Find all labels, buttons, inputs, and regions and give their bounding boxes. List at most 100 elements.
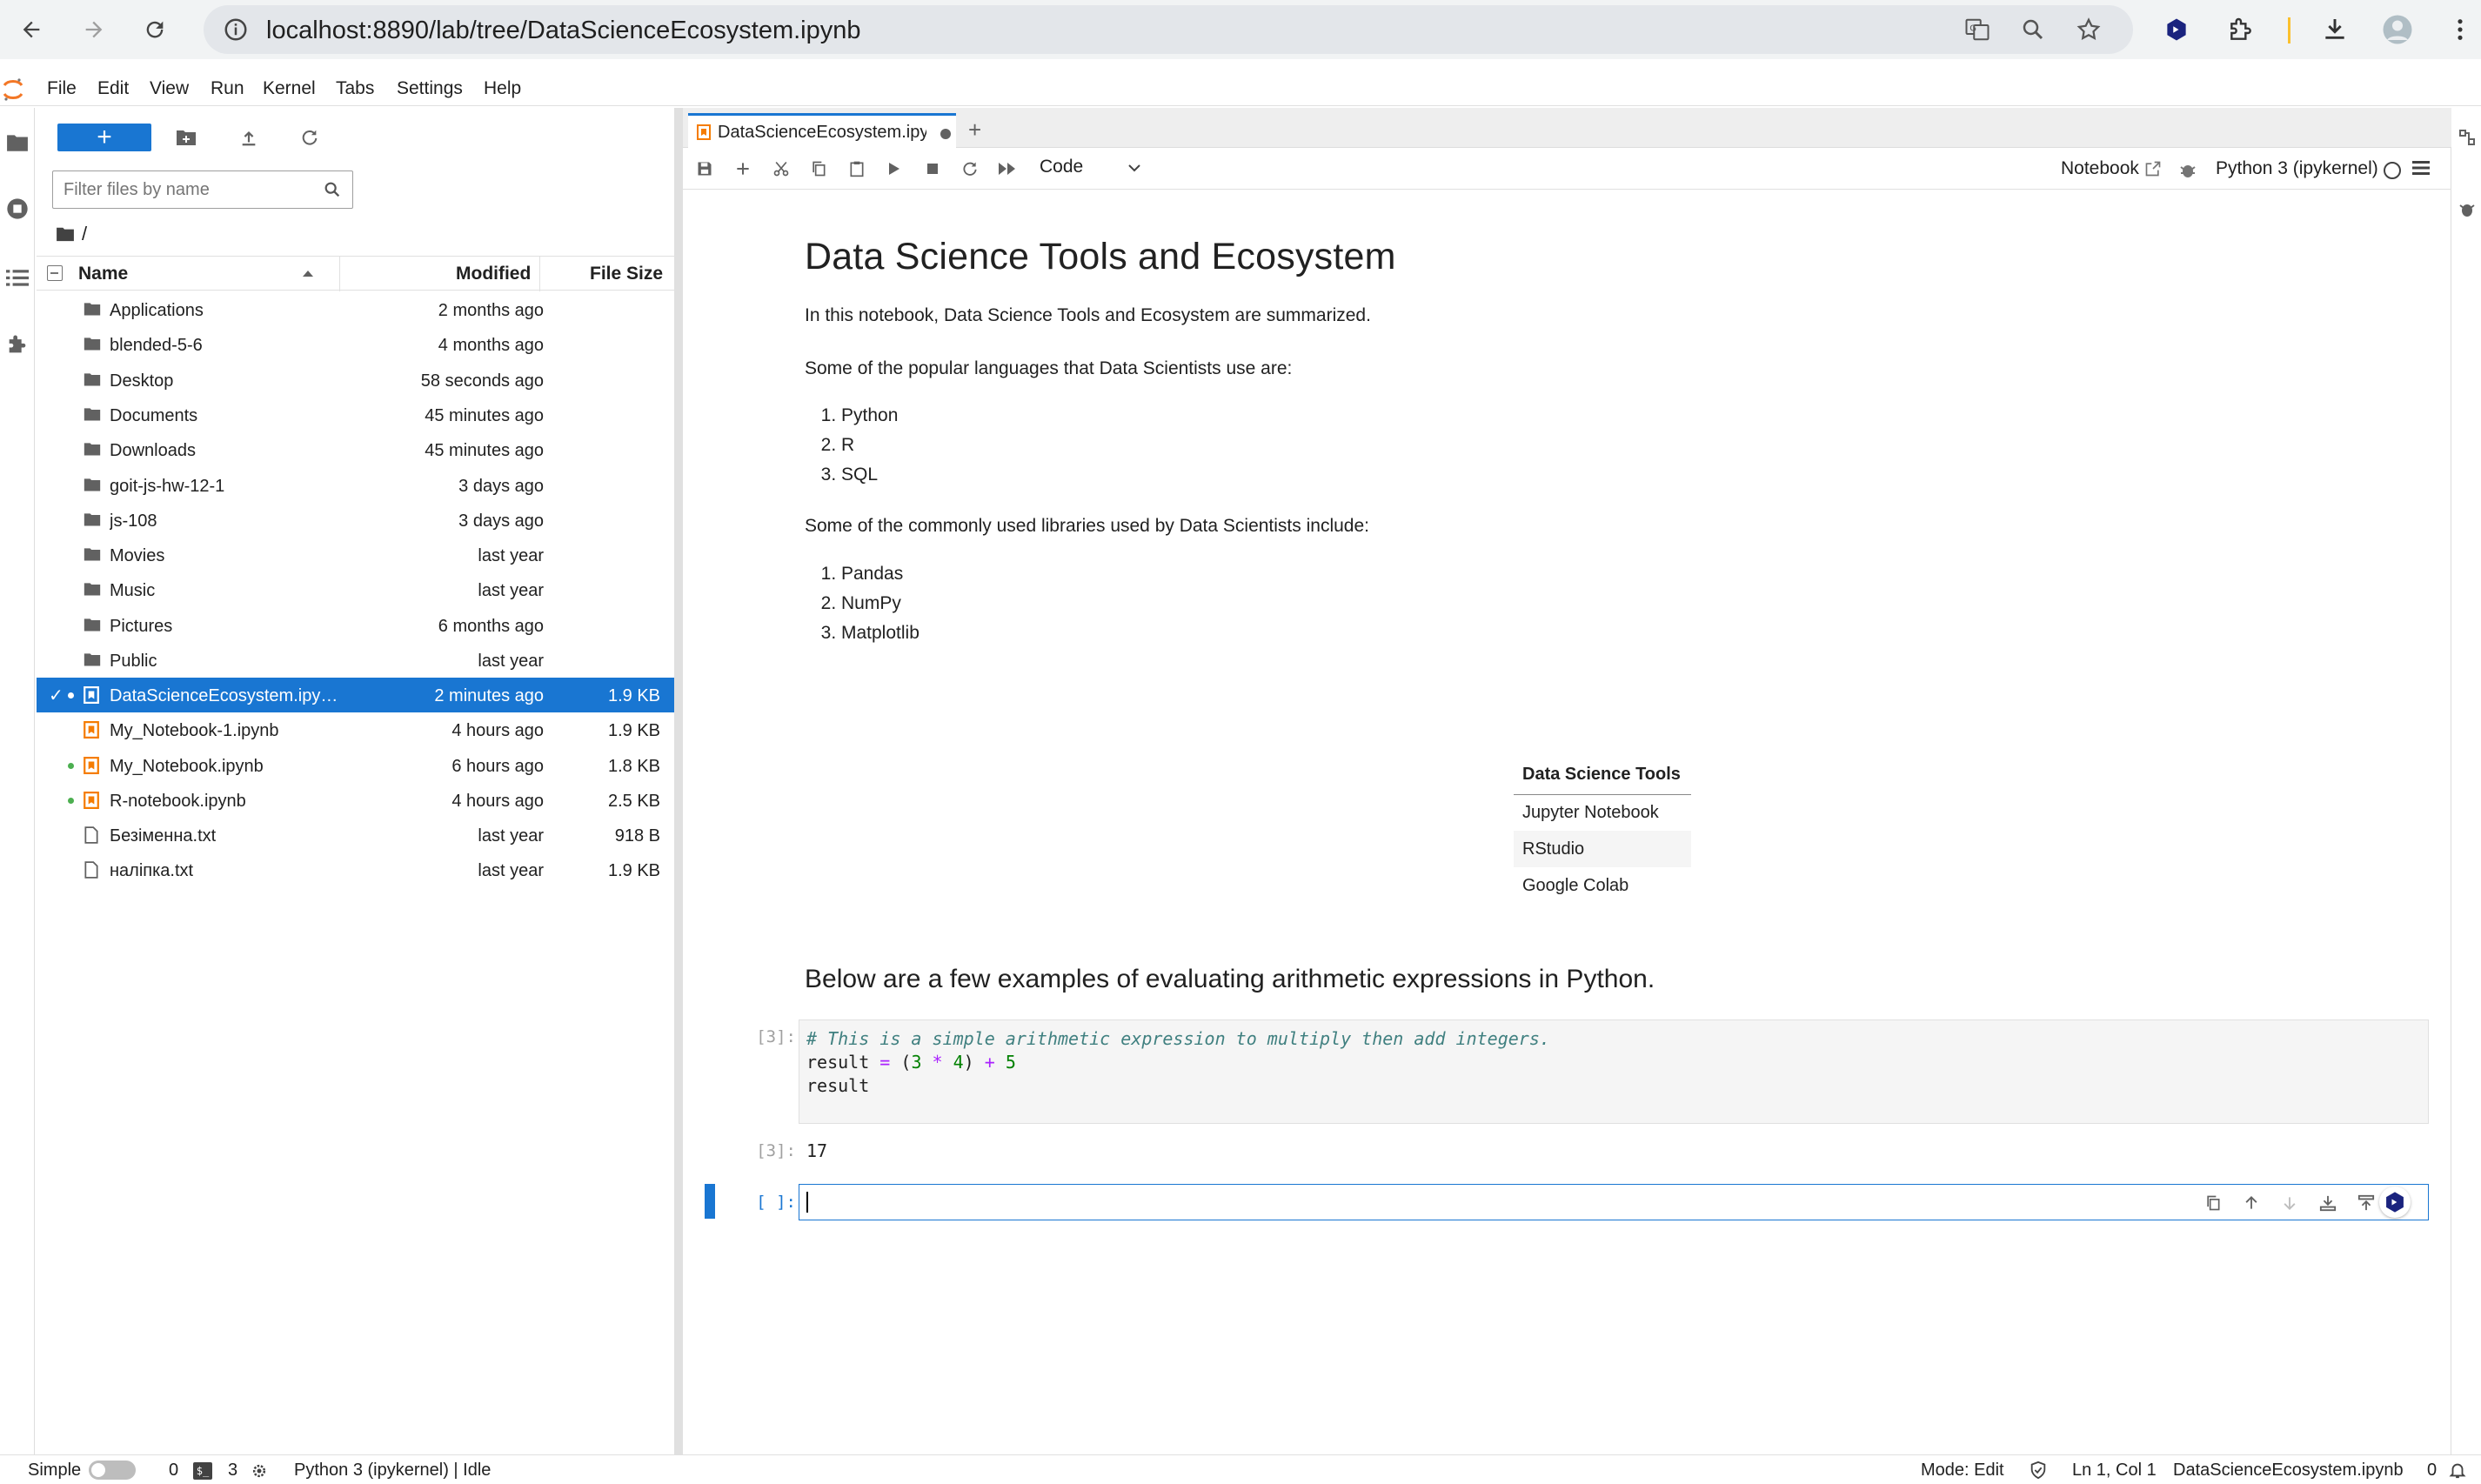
empty-code-cell[interactable] (799, 1184, 2429, 1220)
insert-above-icon[interactable] (2317, 1192, 2339, 1214)
paste-icon[interactable] (846, 157, 868, 181)
extensions-puzzle-icon[interactable] (2224, 12, 2258, 47)
add-tab-icon[interactable]: + (968, 117, 981, 144)
run-icon[interactable] (883, 157, 906, 181)
extension-hex-icon[interactable] (2159, 12, 2194, 47)
new-folder-icon[interactable] (172, 124, 200, 151)
running-kernels-icon[interactable] (3, 195, 31, 223)
external-link-icon[interactable] (2144, 160, 2162, 177)
unsaved-dot-icon[interactable] (940, 129, 951, 139)
browser-menu-icon[interactable] (2443, 12, 2478, 47)
url-text[interactable]: localhost:8890/lab/tree/DataScienceEcosy… (266, 17, 861, 45)
file-row[interactable]: R-notebook.ipynb 4 hours ago 2.5 KB (37, 783, 674, 818)
code-cell-editor[interactable]: # This is a simple arithmetic expression… (799, 1019, 2429, 1124)
file-row[interactable]: js-108 3 days ago (37, 503, 674, 538)
selected-check-icon[interactable]: ✓ (49, 685, 64, 706)
file-row[interactable]: My_Notebook-1.ipynb 4 hours ago 1.9 KB (37, 712, 674, 747)
notification-bell-icon[interactable] (2448, 1461, 2467, 1480)
translate-icon[interactable]: G (1963, 15, 1992, 44)
duplicate-cell-icon[interactable] (2202, 1192, 2224, 1214)
kernel-status[interactable]: Python 3 (ipykernel) | Idle (294, 1461, 491, 1481)
address-bar[interactable]: localhost:8890/lab/tree/DataScienceEcosy… (204, 5, 2133, 54)
site-info-icon[interactable] (221, 15, 251, 44)
kernels-count[interactable]: 3 (228, 1461, 237, 1481)
cursor-position[interactable]: Ln 1, Col 1 (2072, 1461, 2157, 1481)
debugger-bug-icon[interactable] (2179, 160, 2197, 179)
bookmark-star-icon[interactable] (2074, 15, 2103, 44)
new-launcher-button[interactable]: + (57, 123, 151, 151)
restart-kernel-icon[interactable] (959, 157, 981, 181)
menu-run[interactable]: Run (211, 78, 244, 99)
property-inspector-icon[interactable] (2457, 127, 2478, 148)
code-token: = (879, 1052, 891, 1073)
file-row[interactable]: Desktop 58 seconds ago (37, 363, 674, 398)
forward-arrow-icon[interactable] (77, 12, 111, 47)
menu-tabs[interactable]: Tabs (336, 78, 374, 99)
terminals-count[interactable]: 0 (169, 1461, 178, 1481)
download-icon[interactable] (2317, 12, 2352, 47)
debugger-icon[interactable] (2457, 198, 2478, 219)
menu-kernel[interactable]: Kernel (263, 78, 316, 99)
file-row[interactable]: Music last year (37, 572, 674, 607)
cut-icon[interactable] (770, 157, 792, 181)
code-token: 5 (994, 1052, 1016, 1073)
move-up-icon[interactable] (2240, 1192, 2263, 1214)
menu-help[interactable]: Help (484, 78, 521, 99)
insert-cell-icon[interactable] (732, 157, 754, 181)
stop-icon[interactable] (921, 157, 944, 181)
upload-icon[interactable] (235, 124, 263, 151)
file-row[interactable]: My_Notebook.ipynb 6 hours ago 1.8 KB (37, 748, 674, 783)
zoom-icon[interactable] (2018, 15, 2048, 44)
file-row[interactable]: goit-js-hw-12-1 3 days ago (37, 468, 674, 503)
menu-view[interactable]: View (150, 78, 189, 99)
insert-below-icon[interactable] (2355, 1192, 2377, 1214)
select-all-checkbox[interactable] (47, 265, 63, 281)
folder-icon[interactable] (3, 129, 31, 157)
file-row[interactable]: Public last year (37, 643, 674, 678)
filter-input[interactable]: Filter files by name (52, 170, 353, 209)
extension-manager-icon[interactable] (3, 331, 31, 358)
cell-type-select[interactable]: Code (1040, 157, 1083, 177)
menu-edit[interactable]: Edit (97, 78, 129, 99)
file-row[interactable]: Pictures 6 months ago (37, 608, 674, 643)
file-row[interactable]: Documents 45 minutes ago (37, 398, 674, 432)
breadcrumb[interactable]: / (56, 221, 87, 247)
panel-splitter[interactable] (674, 108, 683, 1454)
kernel-name[interactable]: Python 3 (ipykernel) (2216, 158, 2378, 179)
file-row[interactable]: blended-5-6 4 months ago (37, 327, 674, 362)
open-in-notebook-link[interactable]: Notebook (2061, 158, 2139, 179)
file-name: Movies (110, 546, 165, 565)
assistant-hex-icon[interactable] (2379, 1187, 2411, 1218)
file-row[interactable]: ✓ DataScienceEcosystem.ipy… 2 minutes ago 1… (37, 678, 674, 712)
column-name[interactable]: Name (78, 264, 128, 284)
tab-notebook[interactable]: DataScienceEcosystem.ipynb (688, 113, 956, 148)
code-cell-prompt: [3]: (756, 1027, 796, 1046)
move-down-icon[interactable] (2278, 1192, 2301, 1214)
notebook-content[interactable]: Data Science Tools and Ecosystem In this… (683, 191, 2451, 1454)
menu-settings[interactable]: Settings (397, 78, 463, 99)
hamburger-menu-icon[interactable] (2412, 160, 2430, 176)
file-row[interactable]: Downloads 45 minutes ago (37, 432, 674, 467)
menu-file[interactable]: File (47, 78, 77, 99)
copy-icon[interactable] (807, 157, 830, 181)
save-icon[interactable] (693, 157, 716, 181)
back-arrow-icon[interactable] (14, 12, 49, 47)
fast-forward-icon[interactable] (996, 157, 1019, 181)
column-modified[interactable]: Modified (456, 264, 531, 284)
notification-count[interactable]: 0 (2427, 1461, 2437, 1481)
active-cell-indicator (705, 1184, 715, 1219)
file-row[interactable]: налiпка.txt last year 1.9 KB (37, 852, 674, 887)
file-row[interactable]: Applications 2 months ago (37, 292, 674, 327)
refresh-icon[interactable] (296, 124, 324, 151)
column-file-size[interactable]: File Size (590, 264, 663, 284)
chevron-down-icon[interactable] (1127, 162, 1142, 174)
simple-mode-toggle[interactable] (89, 1461, 136, 1480)
file-row[interactable]: Безіменна.txt last year 918 B (37, 818, 674, 852)
breadcrumb-root[interactable]: / (82, 223, 87, 245)
table-of-contents-icon[interactable] (3, 264, 31, 292)
trusted-shield-icon[interactable] (2029, 1461, 2048, 1480)
file-row[interactable]: Movies last year (37, 538, 674, 572)
reload-icon[interactable] (137, 12, 172, 47)
table-cell: Jupyter Notebook (1522, 802, 1659, 822)
profile-avatar-icon[interactable] (2380, 12, 2415, 47)
